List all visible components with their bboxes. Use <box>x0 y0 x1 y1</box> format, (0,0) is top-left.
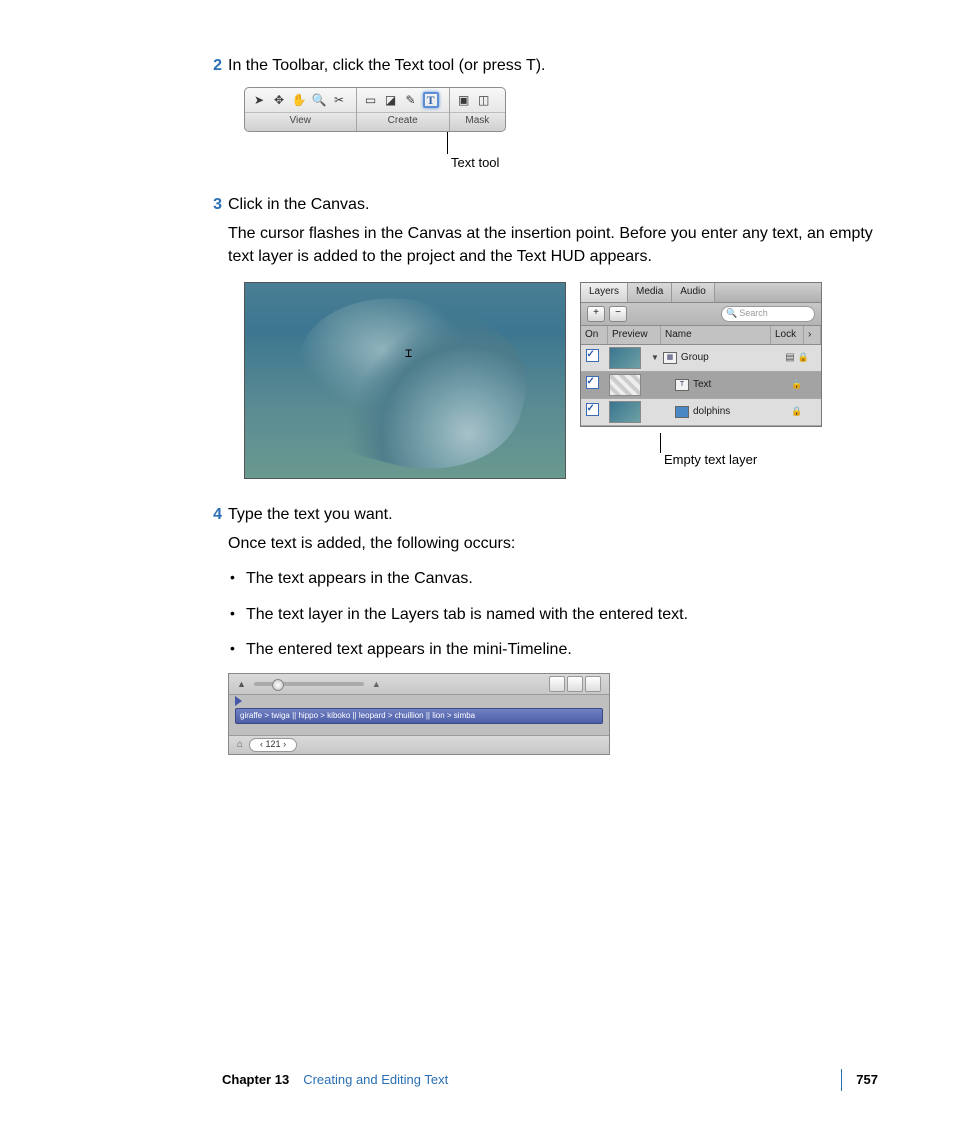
frame-value: 121 <box>266 739 281 749</box>
timeline-btn-2 <box>567 676 583 692</box>
text-tool-callout: Text tool <box>451 154 878 173</box>
toolbar-figure: ➤ ✥ ✋ 🔍 ✂ View ▭ ◪ ✎ T Create <box>244 87 506 132</box>
step-3-num: 3 <box>204 193 228 269</box>
playhead-icon <box>235 696 242 706</box>
step-2-text: In the Toolbar, click the Text tool (or … <box>228 54 878 77</box>
group-icon: ▦ <box>663 352 677 364</box>
canvas-figure: ⌶ <box>244 282 566 479</box>
layer-row-dolphins: dolphins 🔒 <box>581 399 821 426</box>
step-4-para: Once text is added, the following occurs… <box>228 532 878 555</box>
row-group-label: Group <box>681 351 709 366</box>
row-text-label: Text <box>693 378 711 393</box>
toolbar-group-view: View <box>245 112 356 131</box>
search-input: 🔍 Search <box>721 306 815 322</box>
col-name: Name <box>661 326 771 345</box>
bullet-1: The text appears in the Canvas. <box>228 567 878 590</box>
layers-panel: Layers Media Audio + − 🔍 Search On Previ… <box>580 282 822 427</box>
callout-line <box>660 433 822 453</box>
frame-counter: ‹ 121 › <box>249 738 297 752</box>
step-4: 4 Type the text you want. Once text is a… <box>222 503 878 755</box>
callout-line <box>447 132 878 154</box>
stack-icon: ▤ <box>785 352 794 363</box>
col-arrow: › <box>804 326 821 345</box>
toolbar-group-mask: Mask <box>450 112 505 131</box>
bullet-2: The text layer in the Layers tab is name… <box>228 603 878 626</box>
mask-shape-icon: ◫ <box>476 92 492 108</box>
insertion-cursor-icon: ⌶ <box>405 345 412 362</box>
step-4-num: 4 <box>204 503 228 755</box>
tab-audio: Audio <box>672 283 715 302</box>
lock-icon: 🔒 <box>791 406 802 416</box>
lock-icon: 🔒 <box>798 352 809 362</box>
step-2-num: 2 <box>204 54 228 77</box>
disclosure-icon: ▼ <box>651 352 659 364</box>
timeline-bar: giraffe > twiga || hippo > kiboko || leo… <box>235 708 603 724</box>
thumb-group <box>609 347 641 369</box>
footer-page: 757 <box>856 1071 878 1090</box>
hand-icon: ✋ <box>291 92 307 108</box>
shape-icon: ◪ <box>383 92 399 108</box>
timeline-end-icon: ▲ <box>372 678 381 691</box>
dolphin-shape <box>278 274 543 493</box>
checkbox-icon <box>586 376 599 389</box>
checkbox-icon <box>586 349 599 362</box>
col-lock: Lock <box>771 326 804 345</box>
timeline-btn-1 <box>549 676 565 692</box>
page-footer: Chapter 13 Creating and Editing Text 757 <box>222 1069 878 1091</box>
home-icon: ⌂ <box>237 738 243 753</box>
step-3-text: Click in the Canvas. <box>228 193 878 216</box>
footer-title: Creating and Editing Text <box>303 1071 448 1090</box>
arrow-icon: ➤ <box>251 92 267 108</box>
rect-icon: ▭ <box>363 92 379 108</box>
footer-divider <box>841 1069 842 1091</box>
minus-icon: − <box>609 306 627 322</box>
empty-text-layer-callout: Empty text layer <box>664 451 822 470</box>
text-tool-icon: T <box>423 92 439 108</box>
row-dolphins-label: dolphins <box>693 405 730 420</box>
select-icon: ✥ <box>271 92 287 108</box>
timeline-slider <box>254 682 364 686</box>
step-2: 2 In the Toolbar, click the Text tool (o… <box>222 54 878 77</box>
text-layer-icon: T <box>675 379 689 391</box>
step-3-para: The cursor flashes in the Canvas at the … <box>228 222 878 268</box>
toolbar-group-create: Create <box>357 112 449 131</box>
layer-row-text: T Text 🔒 <box>581 372 821 399</box>
search-placeholder: Search <box>739 307 768 320</box>
zoom-icon: 🔍 <box>311 92 327 108</box>
pen-icon: ✎ <box>403 92 419 108</box>
tab-media: Media <box>628 283 672 302</box>
search-icon: 🔍 <box>726 307 737 320</box>
mini-timeline-figure: ▲ ▲ giraffe > twiga || hippo > kiboko ||… <box>228 673 610 755</box>
bullet-3: The entered text appears in the mini-Tim… <box>228 638 878 661</box>
lock-icon: 🔒 <box>791 379 802 389</box>
thumb-dolphins <box>609 401 641 423</box>
col-on: On <box>581 326 608 345</box>
footer-chapter: Chapter 13 <box>222 1071 289 1090</box>
timeline-marker-icon: ▲ <box>237 678 246 691</box>
timeline-btn-3 <box>585 676 601 692</box>
thumb-text <box>609 374 641 396</box>
mask-rect-icon: ▣ <box>456 92 472 108</box>
step-4-text: Type the text you want. <box>228 503 878 526</box>
image-layer-icon <box>675 406 689 418</box>
scissors-icon: ✂ <box>331 92 347 108</box>
plus-icon: + <box>587 306 605 322</box>
layer-row-group: ▼ ▦ Group ▤ 🔒 <box>581 345 821 372</box>
col-preview: Preview <box>608 326 661 345</box>
checkbox-icon <box>586 403 599 416</box>
step-3: 3 Click in the Canvas. The cursor flashe… <box>222 193 878 269</box>
tab-layers: Layers <box>581 283 628 302</box>
